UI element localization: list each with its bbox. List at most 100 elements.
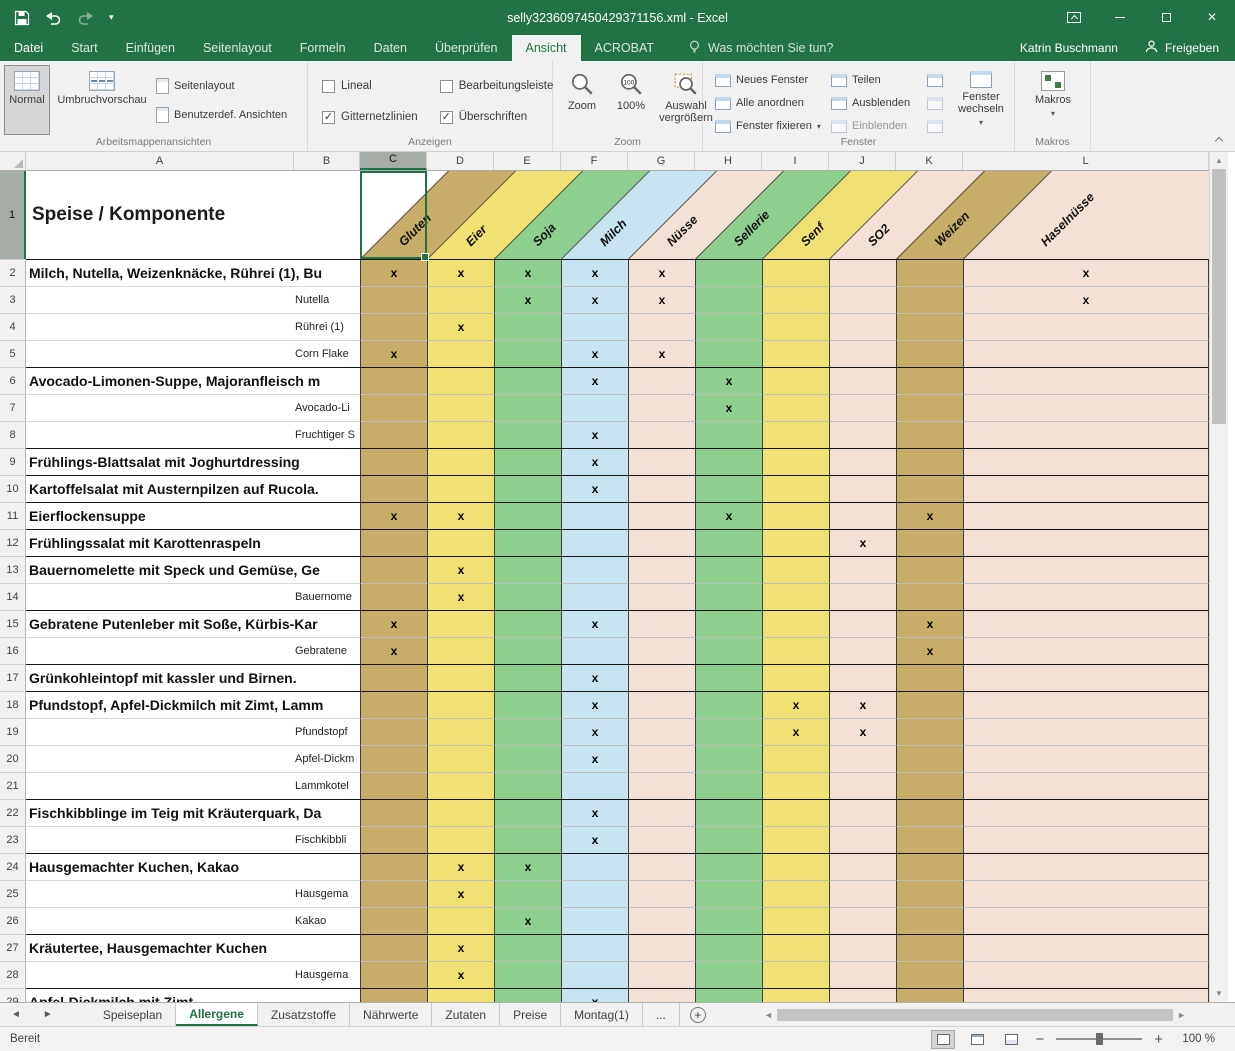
cell-nüsse-row12[interactable]	[628, 529, 695, 556]
row-header-7[interactable]: 7	[0, 394, 26, 421]
row-header-1[interactable]: 1	[0, 171, 26, 259]
zoom-in-button[interactable]: +	[1152, 1031, 1165, 1048]
tab-start[interactable]: Start	[57, 35, 111, 61]
cell-dish-component[interactable]: Frühlingssalat mit Karottenraspeln	[26, 529, 360, 556]
cell-nüsse-row22[interactable]	[628, 799, 695, 826]
cell-weizen-row14[interactable]	[896, 583, 963, 610]
cell-dish-component[interactable]: Kräutertee, Hausgemachter Kuchen	[26, 934, 360, 961]
undo-icon[interactable]	[45, 11, 62, 25]
cell-soja-row3[interactable]: x	[494, 286, 561, 313]
cell-dish-component[interactable]: Frühlings-Blattsalat mit Joghurtdressing	[26, 448, 360, 475]
cell-weizen-row21[interactable]	[896, 772, 963, 799]
cell-dish-component[interactable]: Apfel-Dickmilch mit Zimt	[26, 988, 360, 1002]
cell-haselnüsse-row5[interactable]	[963, 340, 1209, 367]
cell-haselnüsse-row7[interactable]	[963, 394, 1209, 421]
cell-eier-row13[interactable]: x	[427, 556, 494, 583]
cell-soja-row29[interactable]	[494, 988, 561, 1002]
cell-haselnüsse-row15[interactable]	[963, 610, 1209, 637]
cell-nüsse-row8[interactable]	[628, 421, 695, 448]
normal-view-button-status[interactable]	[931, 1030, 955, 1049]
cell-sellerie-row4[interactable]	[695, 313, 762, 340]
cell-senf-row29[interactable]	[762, 988, 829, 1002]
cell-haselnüsse-row6[interactable]	[963, 367, 1209, 394]
cell-milch-row10[interactable]: x	[561, 475, 628, 502]
cell-nüsse-row23[interactable]	[628, 826, 695, 853]
split-button[interactable]: Teilen	[831, 70, 881, 90]
vertical-scroll-thumb[interactable]	[1212, 169, 1226, 424]
save-icon[interactable]	[14, 10, 30, 26]
cell-milch-row11[interactable]	[561, 502, 628, 529]
cell-sellerie-row9[interactable]	[695, 448, 762, 475]
horizontal-scroll-thumb[interactable]	[777, 1009, 1173, 1021]
cell-milch-row4[interactable]	[561, 313, 628, 340]
cell-nüsse-row2[interactable]: x	[628, 259, 695, 286]
cell-eier-row23[interactable]	[427, 826, 494, 853]
row-header-13[interactable]: 13	[0, 556, 26, 583]
row-header-22[interactable]: 22	[0, 799, 26, 826]
cell-gluten-row5[interactable]: x	[360, 340, 427, 367]
qat-customize-icon[interactable]: ▾	[109, 12, 114, 23]
switch-windows-button[interactable]: Fenster wechseln ▾	[951, 65, 1011, 135]
row-header-11[interactable]: 11	[0, 502, 26, 529]
cell-senf-row27[interactable]	[762, 934, 829, 961]
cell-eier-row20[interactable]	[427, 745, 494, 772]
cell-soja-row16[interactable]	[494, 637, 561, 664]
row-header-12[interactable]: 12	[0, 529, 26, 556]
row-header-28[interactable]: 28	[0, 961, 26, 988]
cell-haselnüsse-row13[interactable]	[963, 556, 1209, 583]
minimize-button[interactable]	[1097, 0, 1143, 35]
new-window-button[interactable]: Neues Fenster	[715, 70, 808, 90]
cell-eier-row12[interactable]	[427, 529, 494, 556]
cell-gluten-row17[interactable]	[360, 664, 427, 691]
cell-haselnüsse-row12[interactable]	[963, 529, 1209, 556]
row-header-14[interactable]: 14	[0, 583, 26, 610]
tab-ansicht[interactable]: Ansicht	[512, 35, 581, 61]
cell-haselnüsse-row26[interactable]	[963, 907, 1209, 934]
row-header-10[interactable]: 10	[0, 475, 26, 502]
cell-so2-row21[interactable]	[829, 772, 896, 799]
cell-nüsse-row4[interactable]	[628, 313, 695, 340]
cell-senf-row12[interactable]	[762, 529, 829, 556]
cell-senf-row3[interactable]	[762, 286, 829, 313]
cell-haselnüsse-row16[interactable]	[963, 637, 1209, 664]
cell-haselnüsse-row18[interactable]	[963, 691, 1209, 718]
cell-weizen-row2[interactable]	[896, 259, 963, 286]
view-side-by-side-button[interactable]	[927, 70, 943, 90]
cell-so2-row2[interactable]	[829, 259, 896, 286]
tab-acrobat[interactable]: ACROBAT	[581, 35, 669, 61]
cell-soja-row22[interactable]	[494, 799, 561, 826]
cell-gluten-row9[interactable]	[360, 448, 427, 475]
cell-eier-row24[interactable]: x	[427, 853, 494, 880]
cell-haselnüsse-row9[interactable]	[963, 448, 1209, 475]
page-break-view-button-status[interactable]	[999, 1030, 1023, 1049]
cell-gluten-row21[interactable]	[360, 772, 427, 799]
cell-eier-row4[interactable]: x	[427, 313, 494, 340]
sheet-tab-speiseplan[interactable]: Speiseplan	[90, 1003, 176, 1026]
cell-eier-row8[interactable]	[427, 421, 494, 448]
cell-so2-row20[interactable]	[829, 745, 896, 772]
page-layout-button[interactable]: Seitenlayout	[156, 76, 235, 96]
cell-nüsse-row28[interactable]	[628, 961, 695, 988]
cell-so2-row22[interactable]	[829, 799, 896, 826]
maximize-button[interactable]	[1143, 0, 1189, 35]
cell-nüsse-row16[interactable]	[628, 637, 695, 664]
cell-dish-component[interactable]: Avocado-Li	[26, 394, 360, 421]
cell-so2-row11[interactable]	[829, 502, 896, 529]
cell-haselnüsse-row29[interactable]	[963, 988, 1209, 1002]
cell-haselnüsse-row17[interactable]	[963, 664, 1209, 691]
cell-senf-row5[interactable]	[762, 340, 829, 367]
column-header-c[interactable]: C	[360, 152, 427, 170]
cell-weizen-row3[interactable]	[896, 286, 963, 313]
cell-gluten-row11[interactable]: x	[360, 502, 427, 529]
cell-dish-component[interactable]: Hausgema	[26, 880, 360, 907]
row-header-9[interactable]: 9	[0, 448, 26, 475]
cell-soja-row10[interactable]	[494, 475, 561, 502]
cell-milch-row17[interactable]: x	[561, 664, 628, 691]
row-header-4[interactable]: 4	[0, 313, 26, 340]
cell-milch-row29[interactable]: x	[561, 988, 628, 1002]
cell-nüsse-row5[interactable]: x	[628, 340, 695, 367]
cell-senf-row14[interactable]	[762, 583, 829, 610]
cell-sellerie-row13[interactable]	[695, 556, 762, 583]
cell-gluten-row24[interactable]	[360, 853, 427, 880]
row-header-20[interactable]: 20	[0, 745, 26, 772]
